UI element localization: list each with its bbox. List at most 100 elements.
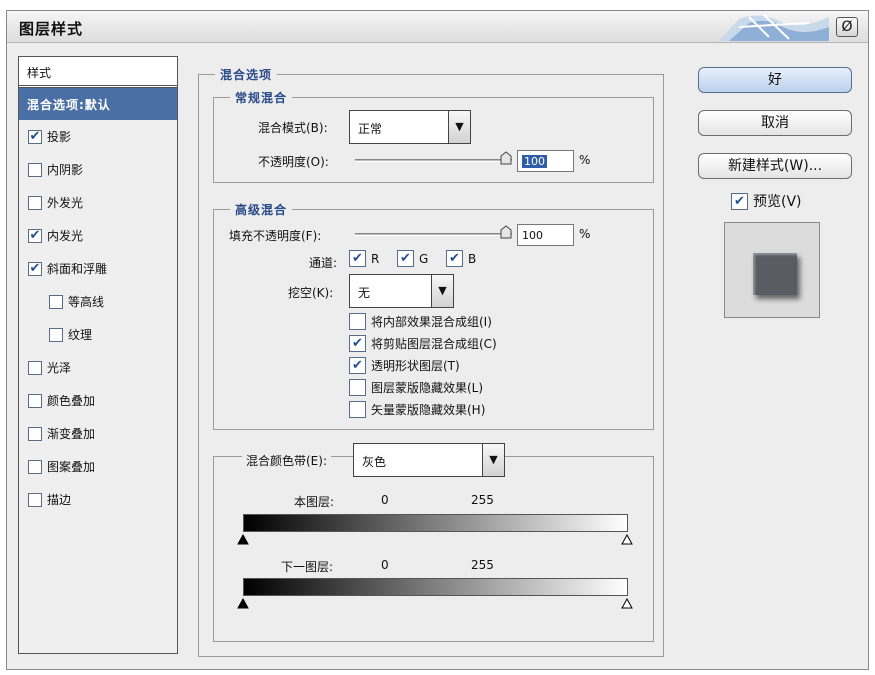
style-item[interactable]: 纹理 [19, 318, 177, 351]
new-style-button[interactable]: 新建样式(W)... [698, 153, 852, 179]
checkbox-icon [349, 379, 366, 396]
style-item-label: 纹理 [68, 328, 93, 342]
knockout-label: 挖空(K): [288, 286, 334, 300]
style-item[interactable]: 描边 [19, 483, 177, 516]
style-item-label: 颜色叠加 [47, 394, 96, 408]
style-item-label: 描边 [47, 493, 72, 507]
style-item[interactable]: ✔ 斜面和浮雕 [19, 252, 177, 285]
style-item[interactable]: 内阴影 [19, 153, 177, 186]
blend-mode-label: 混合模式(B): [258, 121, 328, 135]
fill-opacity-input[interactable]: 100 [517, 224, 574, 246]
opacity-slider[interactable] [355, 151, 512, 165]
this-layer-black-slider[interactable] [237, 534, 249, 545]
blending-options-legend: 混合选项 [215, 66, 278, 83]
underlying-layer-gradient-bar [243, 578, 628, 596]
preview-checkbox[interactable]: ✔ 预览(V) [731, 191, 802, 211]
blend-mode-select[interactable]: 正常 ▼ [349, 110, 471, 144]
underlying-layer-min: 0 [381, 558, 389, 572]
knockout-value: 无 [358, 286, 371, 300]
opacity-percent: % [579, 153, 591, 167]
fill-opacity-percent: % [579, 227, 591, 241]
style-item[interactable]: 颜色叠加 [19, 384, 177, 417]
checkbox-icon: ✔ [446, 250, 463, 267]
close-icon: Ø [841, 19, 853, 35]
checkbox-icon [349, 401, 366, 418]
checkbox-icon [28, 492, 42, 507]
checkbox-icon: ✔ [28, 228, 42, 243]
checkbox-icon [28, 459, 42, 474]
this-layer-max: 255 [471, 493, 494, 507]
style-list-header[interactable]: 样式 [19, 57, 177, 88]
title-bar[interactable]: 图层样式 Ø [7, 11, 868, 43]
opacity-slider-thumb[interactable] [500, 151, 512, 165]
title-decoration-icon [719, 14, 829, 41]
style-item[interactable]: 光泽 [19, 351, 177, 384]
channel-checkbox[interactable]: ✔ B [446, 250, 476, 267]
style-item[interactable]: ✔ 投影 [19, 120, 177, 153]
general-blending-legend: 常规混合 [230, 89, 293, 106]
channel-checkbox[interactable]: ✔ G [397, 250, 428, 267]
advanced-option-label: 图层蒙版隐藏效果(L) [371, 381, 484, 395]
underlying-layer-max: 255 [471, 558, 494, 572]
checkbox-icon [49, 294, 63, 309]
chevron-down-icon: ▼ [431, 275, 453, 307]
checkbox-icon [28, 393, 42, 408]
underlying-layer-black-slider[interactable] [237, 598, 249, 609]
channel-label: B [468, 251, 477, 266]
advanced-option-label: 透明形状图层(T) [371, 359, 460, 373]
checkbox-icon: ✔ [397, 250, 414, 267]
advanced-option-checkbox[interactable]: ✔ 将剪贴图层混合成组(C) [349, 335, 497, 352]
preview-check-icon: ✔ [731, 192, 748, 210]
preview-swatch [753, 253, 797, 295]
checkbox-icon [28, 162, 42, 177]
blend-mode-value: 正常 [358, 122, 383, 136]
blend-if-group [213, 456, 654, 642]
blend-if-select[interactable]: 灰色 ▼ [353, 443, 505, 477]
knockout-select[interactable]: 无 ▼ [349, 274, 454, 308]
preview-label: 预览(V) [753, 194, 802, 210]
style-item[interactable]: ✔ 内发光 [19, 219, 177, 252]
advanced-option-label: 矢量蒙版隐藏效果(H) [371, 403, 486, 417]
style-item-label: 等高线 [68, 295, 105, 309]
opacity-input[interactable]: 100 [517, 150, 574, 172]
checkbox-icon: ✔ [349, 250, 366, 267]
fill-opacity-slider[interactable] [355, 225, 512, 239]
advanced-option-label: 将内部效果混合成组(I) [371, 315, 492, 329]
blend-if-value: 灰色 [362, 455, 387, 469]
advanced-option-label: 将剪贴图层混合成组(C) [371, 337, 497, 351]
style-item-blending-options[interactable]: 混合选项:默认 [19, 88, 177, 120]
underlying-layer-white-slider[interactable] [621, 598, 633, 609]
style-item[interactable]: 等高线 [19, 285, 177, 318]
preview-thumbnail [724, 222, 820, 318]
style-item[interactable]: 渐变叠加 [19, 417, 177, 450]
style-item-label: 渐变叠加 [47, 427, 96, 441]
this-layer-white-slider[interactable] [621, 534, 633, 545]
channel-label: G [419, 251, 429, 266]
style-item-label: 光泽 [47, 361, 72, 375]
this-layer-min: 0 [381, 493, 389, 507]
checkbox-icon: ✔ [349, 335, 366, 352]
advanced-option-checkbox[interactable]: 图层蒙版隐藏效果(L) [349, 379, 483, 396]
close-button[interactable]: Ø [836, 17, 858, 37]
advanced-option-checkbox[interactable]: 将内部效果混合成组(I) [349, 313, 492, 330]
checkbox-icon: ✔ [349, 357, 366, 374]
cancel-button[interactable]: 取消 [698, 110, 852, 136]
advanced-option-checkbox[interactable]: ✔ 透明形状图层(T) [349, 357, 460, 374]
this-layer-label: 本图层: [294, 495, 335, 509]
fill-opacity-slider-thumb[interactable] [500, 225, 512, 239]
style-item[interactable]: 外发光 [19, 186, 177, 219]
opacity-value: 100 [522, 155, 547, 168]
checkbox-icon: ✔ [28, 261, 42, 276]
style-item-label: 斜面和浮雕 [47, 262, 108, 276]
style-item[interactable]: 图案叠加 [19, 450, 177, 483]
channel-label: R [371, 251, 380, 266]
chevron-down-icon: ▼ [448, 111, 470, 143]
underlying-layer-label: 下一图层: [281, 560, 334, 574]
checkbox-icon [349, 313, 366, 330]
ok-button[interactable]: 好 [698, 67, 852, 93]
advanced-option-checkbox[interactable]: 矢量蒙版隐藏效果(H) [349, 401, 485, 418]
blend-if-label: 混合颜色带(E): [242, 452, 331, 469]
channel-checkbox[interactable]: ✔ R [349, 250, 379, 267]
dialog-title: 图层样式 [19, 20, 84, 38]
checkbox-icon [28, 360, 42, 375]
